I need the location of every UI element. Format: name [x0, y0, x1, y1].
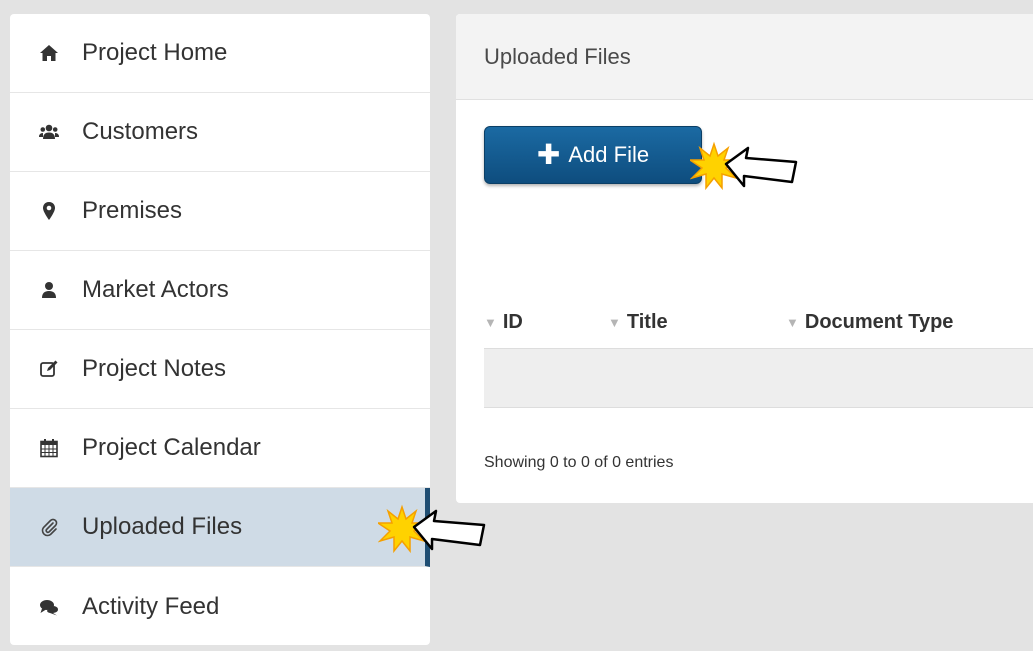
comments-icon — [38, 596, 60, 618]
edit-icon — [38, 358, 60, 380]
sidebar-item-project-calendar[interactable]: Project Calendar — [10, 409, 430, 488]
sidebar-item-label: Project Calendar — [82, 434, 261, 461]
annotation-arrow-uploaded-files — [378, 504, 486, 554]
files-table-header: ▼ ID ▼ Title ▼ Document Type — [484, 296, 1033, 348]
sidebar-item-activity-feed[interactable]: Activity Feed — [10, 567, 430, 645]
project-sidebar: Project Home Customers Premises Market A… — [10, 14, 430, 645]
panel-title: Uploaded Files — [456, 14, 1033, 100]
column-header-id[interactable]: ▼ ID — [484, 311, 608, 334]
calendar-icon — [38, 437, 60, 459]
add-file-button[interactable]: ✚ Add File — [484, 126, 702, 184]
users-icon — [38, 121, 60, 143]
column-label: Title — [626, 310, 668, 333]
sidebar-item-label: Market Actors — [82, 276, 229, 303]
add-file-label: Add File — [568, 142, 650, 167]
sidebar-item-label: Activity Feed — [82, 592, 220, 620]
empty-table-row — [484, 348, 1033, 408]
sidebar-item-customers[interactable]: Customers — [10, 93, 430, 172]
column-label: Document Type — [804, 310, 954, 333]
map-marker-icon — [38, 200, 60, 222]
filter-icon[interactable]: ▼ — [786, 315, 799, 330]
sidebar-item-project-notes[interactable]: Project Notes — [10, 330, 430, 409]
sidebar-item-label: Customers — [82, 118, 199, 145]
user-icon — [38, 279, 60, 301]
sidebar-item-project-home[interactable]: Project Home — [10, 14, 430, 93]
sidebar-item-label: Uploaded Files — [82, 513, 243, 540]
column-header-document-type[interactable]: ▼ Document Type — [786, 311, 953, 334]
sidebar-item-label: Project Home — [82, 39, 228, 66]
sidebar-item-market-actors[interactable]: Market Actors — [10, 251, 430, 330]
column-header-title[interactable]: ▼ Title — [608, 311, 786, 334]
sidebar-item-premises[interactable]: Premises — [10, 172, 430, 251]
filter-icon[interactable]: ▼ — [484, 315, 497, 330]
uploaded-files-panel: Uploaded Files ✚ Add File ▼ ID ▼ Title ▼… — [456, 14, 1033, 503]
filter-icon[interactable]: ▼ — [608, 315, 621, 330]
paperclip-icon — [38, 516, 60, 538]
sidebar-item-uploaded-files[interactable]: Uploaded Files — [10, 488, 430, 567]
column-label: ID — [502, 310, 523, 333]
plus-icon: ✚ — [536, 139, 561, 170]
sidebar-item-label: Premises — [82, 197, 183, 224]
home-icon — [38, 42, 60, 64]
annotation-arrow-add-file — [690, 141, 798, 191]
table-info: Showing 0 to 0 of 0 entries — [484, 454, 674, 471]
sidebar-item-label: Project Notes — [82, 355, 227, 382]
